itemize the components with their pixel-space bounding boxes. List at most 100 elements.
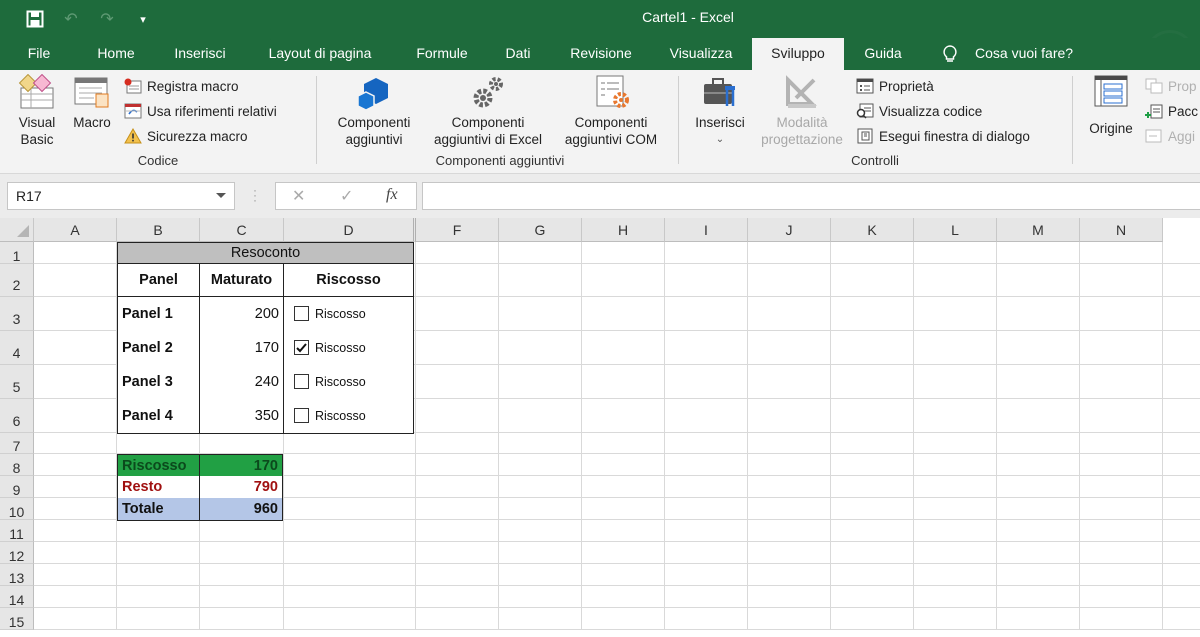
summary-label-riscosso[interactable]: Riscosso [117, 454, 201, 477]
summary-value-resto[interactable]: 790 [199, 476, 283, 499]
worksheet-grid[interactable]: ABCDFGHIJKLMN 1 2 3 4 5 6 7 8 9 10 11 12 13 14 15 Reso… [0, 218, 1200, 630]
riscosso-checkbox[interactable]: Riscosso [294, 374, 366, 389]
ribbon-sviluppo: Visual Basic Macro Registra macro Usa ri… [0, 70, 1200, 174]
tab-home[interactable]: Home [84, 38, 148, 70]
panel-cell[interactable]: Panel 1 [117, 297, 200, 332]
maturato-cell[interactable]: 200 [199, 297, 284, 332]
summary-value-totale[interactable]: 960 [199, 498, 283, 521]
cancel-icon[interactable]: ✕ [292, 186, 305, 206]
resize-handle[interactable]: · · · [253, 184, 257, 206]
row-header-9[interactable]: 9 [0, 476, 34, 498]
usa-riferimenti-relativi-button[interactable]: Usa riferimenti relativi [124, 100, 277, 122]
row-header-14[interactable]: 14 [0, 586, 34, 608]
row-header-7[interactable]: 7 [0, 433, 34, 454]
tab-dati[interactable]: Dati [496, 38, 540, 70]
column-header-i[interactable]: I [665, 218, 748, 242]
row-header-1[interactable]: 1 [0, 242, 34, 264]
esegui-finestra-di-dialogo-button[interactable]: Esegui finestra di dialogo [856, 125, 1030, 147]
gridline-col [747, 242, 748, 630]
registra-macro-button[interactable]: Registra macro [124, 75, 239, 97]
row-header-4[interactable]: 4 [0, 331, 34, 365]
riscosso-checkbox[interactable]: Riscosso [294, 340, 366, 355]
row-header-12[interactable]: 12 [0, 542, 34, 564]
column-header-b[interactable]: B [117, 218, 200, 242]
panel-cell[interactable]: Panel 4 [117, 399, 200, 434]
sicurezza-macro-button[interactable]: Sicurezza macro [124, 125, 248, 147]
panel-cell[interactable]: Panel 3 [117, 365, 200, 400]
esegui-finestra-label: Esegui finestra di dialogo [879, 128, 1030, 144]
componenti-aggiuntivi-excel-button[interactable]: Componenti aggiuntivi di Excel [424, 74, 552, 148]
store-addins-icon [354, 74, 394, 110]
pacchetti-espansione-button[interactable]: Pacc [1145, 100, 1198, 122]
enter-icon[interactable]: ✓ [340, 186, 353, 206]
row-header-5[interactable]: 5 [0, 365, 34, 399]
column-header-a[interactable]: A [34, 218, 117, 242]
proprieta-button[interactable]: Proprietà [856, 75, 934, 97]
tab-guida[interactable]: Guida [855, 38, 911, 70]
column-header-g[interactable]: G [499, 218, 582, 242]
checkbox-checked-icon[interactable] [294, 340, 309, 355]
header-maturato[interactable]: Maturato [199, 264, 284, 297]
column-header-f[interactable]: F [416, 218, 499, 242]
insert-function-icon[interactable]: fx [386, 186, 398, 204]
header-panel[interactable]: Panel [117, 264, 200, 297]
summary-value-riscosso[interactable]: 170 [199, 454, 283, 477]
column-header-c[interactable]: C [200, 218, 284, 242]
column-header-j[interactable]: J [748, 218, 831, 242]
tab-file[interactable]: File [14, 38, 64, 70]
visualizza-codice-button[interactable]: Visualizza codice [856, 100, 982, 122]
row-header-11[interactable]: 11 [0, 520, 34, 542]
riscosso-checkbox[interactable]: Riscosso [294, 408, 366, 423]
tab-revisione[interactable]: Revisione [556, 38, 646, 70]
tab-visualizza[interactable]: Visualizza [660, 38, 742, 70]
maturato-cell[interactable]: 240 [199, 365, 284, 400]
gridline-col [830, 242, 831, 630]
maturato-cell[interactable]: 170 [199, 331, 284, 366]
summary-label-totale[interactable]: Totale [117, 498, 201, 521]
tab-sviluppo[interactable]: Sviluppo [752, 38, 844, 70]
header-riscosso[interactable]: Riscosso [283, 264, 414, 297]
tab-formule[interactable]: Formule [403, 38, 481, 70]
modalita-progettazione-button[interactable]: Modalità progettazione [752, 74, 852, 148]
checkbox-unchecked-icon[interactable] [294, 306, 309, 321]
origine-button[interactable]: Origine [1080, 74, 1142, 137]
tab-layout-di-pagina[interactable]: Layout di pagina [252, 38, 388, 70]
componenti-aggiuntivi-com-button[interactable]: Componenti aggiuntivi COM [554, 74, 668, 148]
macro-button[interactable]: Macro [66, 74, 118, 131]
tab-inserisci[interactable]: Inserisci [164, 38, 236, 70]
row-header-13[interactable]: 13 [0, 564, 34, 586]
refresh-data-icon [1145, 127, 1163, 145]
modalita-label-2: progettazione [761, 132, 843, 147]
checkbox-unchecked-icon[interactable] [294, 374, 309, 389]
select-all-button[interactable] [0, 218, 34, 242]
row-header-15[interactable]: 15 [0, 608, 34, 630]
inserisci-controllo-button[interactable]: Inserisci ⌄ [688, 74, 752, 148]
row-header-10[interactable]: 10 [0, 498, 34, 520]
row-header-6[interactable]: 6 [0, 399, 34, 433]
checkbox-unchecked-icon[interactable] [294, 408, 309, 423]
lightbulb-icon[interactable] [940, 44, 960, 64]
column-header-h[interactable]: H [582, 218, 665, 242]
report-title-cell[interactable]: Resoconto [117, 242, 414, 264]
tell-me-search[interactable]: Cosa vuoi fare? [975, 38, 1073, 68]
proprieta-mapping-button[interactable]: Prop [1145, 75, 1197, 97]
formula-input[interactable] [422, 182, 1200, 210]
column-header-k[interactable]: K [831, 218, 914, 242]
row-header-8[interactable]: 8 [0, 454, 34, 476]
column-header-m[interactable]: M [997, 218, 1080, 242]
row-header-3[interactable]: 3 [0, 297, 34, 331]
componenti-aggiuntivi-button[interactable]: Componenti aggiuntivi [328, 74, 420, 148]
name-box-dropdown-icon[interactable] [216, 193, 226, 198]
row-header-2[interactable]: 2 [0, 264, 34, 297]
maturato-cell[interactable]: 350 [199, 399, 284, 434]
name-box[interactable]: R17 [7, 182, 235, 210]
visual-basic-button[interactable]: Visual Basic [10, 74, 64, 148]
aggiorna-dati-button[interactable]: Aggi [1145, 125, 1195, 147]
column-header-d[interactable]: D [284, 218, 416, 242]
summary-label-resto[interactable]: Resto [117, 476, 201, 499]
column-header-l[interactable]: L [914, 218, 997, 242]
riscosso-checkbox[interactable]: Riscosso [294, 306, 366, 321]
column-header-n[interactable]: N [1080, 218, 1163, 242]
panel-cell[interactable]: Panel 2 [117, 331, 200, 366]
name-box-value: R17 [16, 188, 42, 204]
